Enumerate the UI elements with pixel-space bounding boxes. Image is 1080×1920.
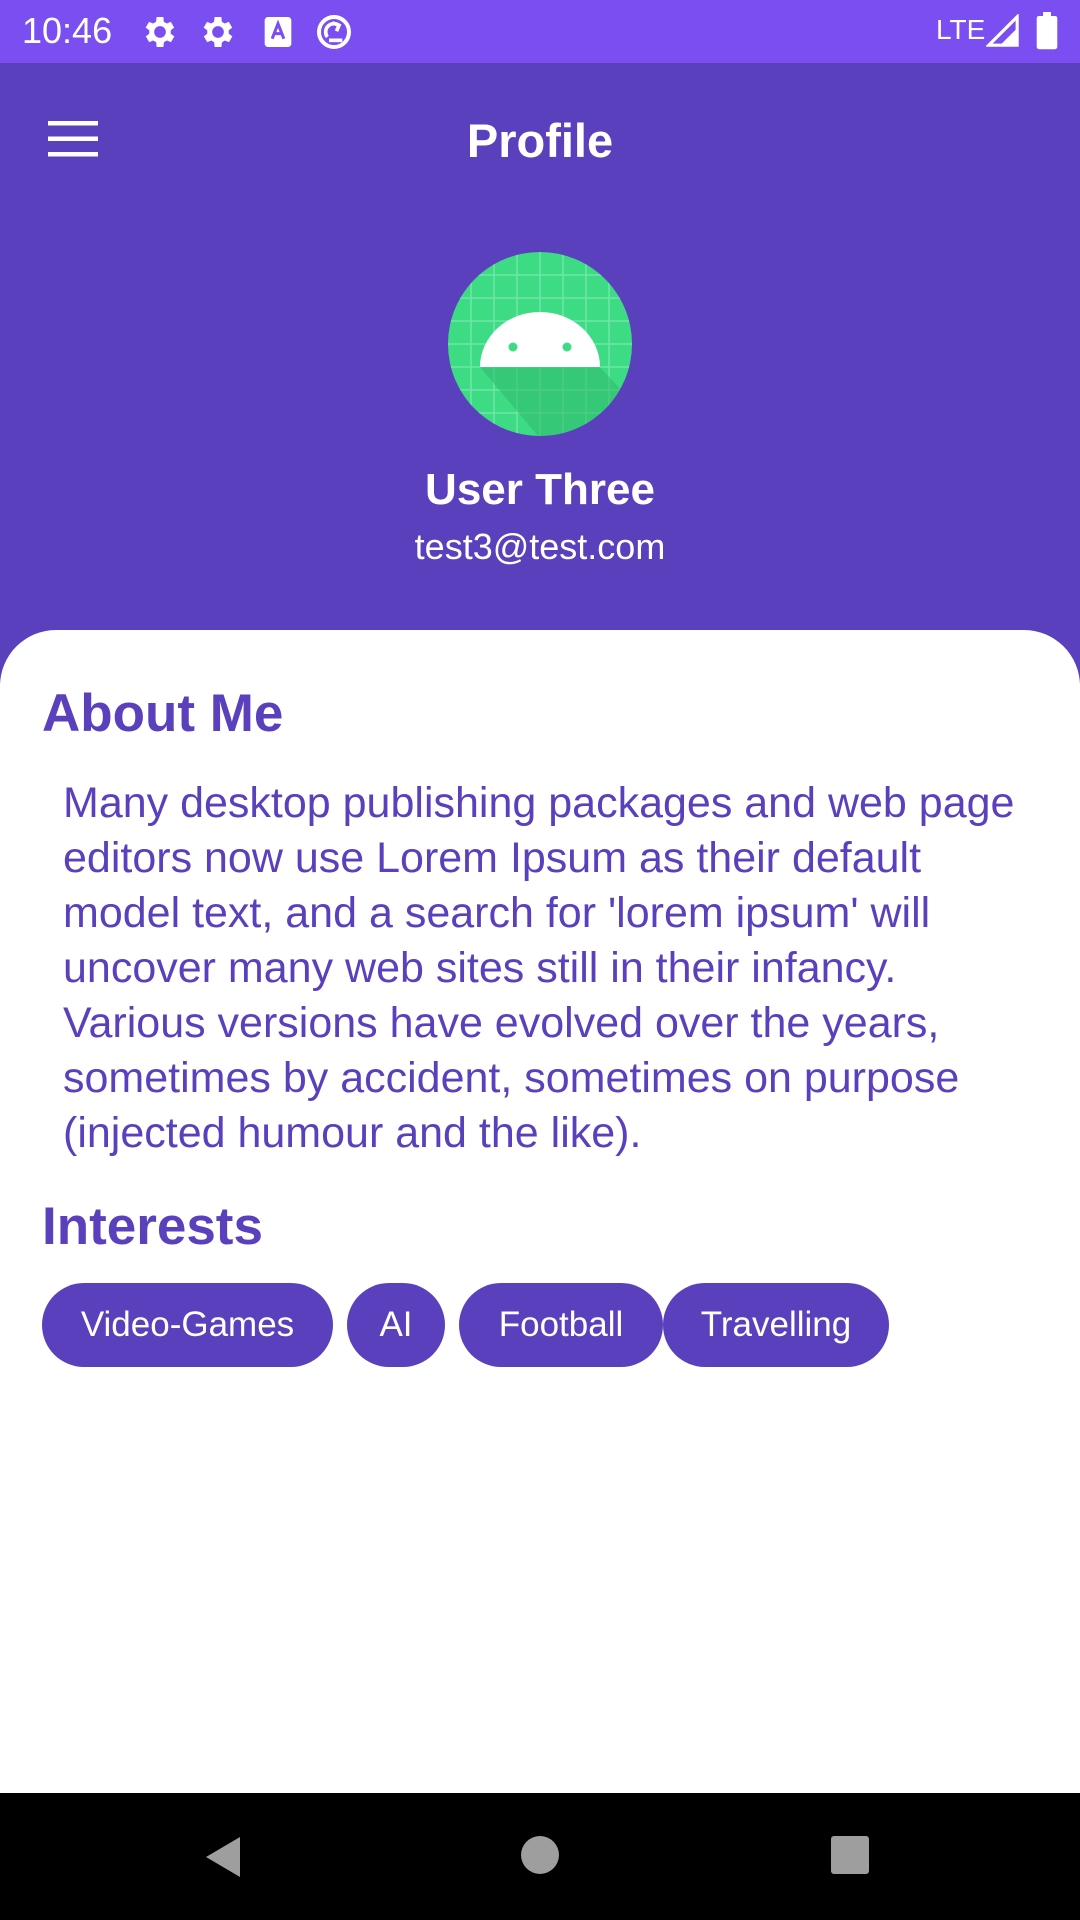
chip-travelling[interactable]: Travelling xyxy=(663,1283,889,1367)
gear-icon xyxy=(203,17,233,47)
status-time: 10:46 xyxy=(22,10,113,51)
user-name: User Three xyxy=(425,465,655,514)
user-email: test3@test.com xyxy=(414,526,666,567)
status-bar: 10:46 LTE xyxy=(0,0,1080,63)
battery-icon xyxy=(1036,12,1058,50)
page-title: Profile xyxy=(466,114,614,167)
keyboard-a-icon xyxy=(264,17,292,47)
sync-icon xyxy=(317,15,351,49)
about-heading: About Me xyxy=(42,684,284,743)
avatar[interactable] xyxy=(448,252,632,436)
chip-football[interactable]: Football xyxy=(459,1283,663,1367)
profile-header: Profile User Three test3@test.com xyxy=(0,63,1080,683)
back-triangle-icon[interactable] xyxy=(200,1833,248,1881)
interests-heading: Interests xyxy=(42,1197,263,1256)
chip-video-games[interactable]: Video-Games xyxy=(42,1283,333,1367)
about-text: Many desktop publishing packages and web… xyxy=(63,779,1015,1157)
signal-icon xyxy=(986,14,1019,47)
recents-square-icon[interactable] xyxy=(829,1834,871,1876)
network-type: LTE xyxy=(936,14,986,45)
home-circle-icon[interactable] xyxy=(518,1833,562,1877)
chip-ai[interactable]: AI xyxy=(347,1283,445,1367)
gear-icon xyxy=(145,17,175,47)
profile-content-card: About Me Many desktop publishing package… xyxy=(0,630,1080,1793)
system-nav-bar xyxy=(0,1793,1080,1920)
